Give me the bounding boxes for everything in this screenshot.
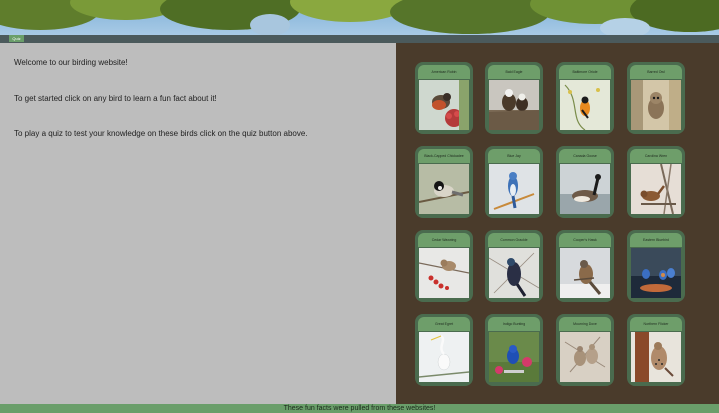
bird-card[interactable]: Mourning Dove (556, 314, 614, 386)
bird-card[interactable]: Cooper's Hawk (556, 230, 614, 302)
quiz-instruction-text: To play a quiz to test your knowledge on… (14, 129, 308, 138)
bird-card[interactable]: Baltimore Oriole (556, 62, 614, 134)
bird-card-title: Common Grackle (488, 233, 540, 247)
bird-card[interactable]: American Robin (415, 62, 473, 134)
bird-card[interactable]: Northern Flicker (627, 314, 685, 386)
bird-card[interactable]: Indigo Bunting (485, 314, 543, 386)
grackle-photo[interactable] (489, 248, 539, 298)
egret-photo[interactable] (419, 332, 469, 382)
footer-sources-text[interactable]: These fun facts were pulled from these w… (0, 404, 719, 413)
bird-card[interactable]: Common Grackle (485, 230, 543, 302)
bird-card[interactable]: Bald Eagle (485, 62, 543, 134)
wren-photo[interactable] (631, 164, 681, 214)
bird-card-title: Canada Goose (559, 149, 611, 163)
bluebird-photo[interactable] (631, 248, 681, 298)
bird-card[interactable]: Carolina Wren (627, 146, 685, 218)
robin-photo[interactable] (419, 80, 469, 130)
welcome-text: Welcome to our birding website! (14, 58, 128, 67)
quiz-button[interactable]: Quiz (9, 35, 24, 42)
bird-card-title: Blue Jay (488, 149, 540, 163)
bird-card-title: American Robin (418, 65, 470, 79)
instruction-text: To get started click on any bird to lear… (14, 94, 217, 103)
bird-card[interactable]: Black-Capped Chickadee (415, 146, 473, 218)
bird-card[interactable]: Barred Owl (627, 62, 685, 134)
bird-card[interactable]: Blue Jay (485, 146, 543, 218)
bird-card-title: Bald Eagle (488, 65, 540, 79)
bird-card-title: Eastern Bluebird (630, 233, 682, 247)
flicker-photo[interactable] (631, 332, 681, 382)
bird-card-title: Cedar Waxwing (418, 233, 470, 247)
chickadee-photo[interactable] (419, 164, 469, 214)
bird-card-title: Indigo Bunting (488, 317, 540, 331)
owl-photo[interactable] (631, 80, 681, 130)
bluejay-photo[interactable] (489, 164, 539, 214)
waxwing-photo[interactable] (419, 248, 469, 298)
bird-card[interactable]: Eastern Bluebird (627, 230, 685, 302)
nav-bar (0, 35, 719, 43)
bird-card-title: Mourning Dove (559, 317, 611, 331)
bird-card-title: Black-Capped Chickadee (418, 149, 470, 163)
bird-card[interactable]: Cedar Waxwing (415, 230, 473, 302)
eagle-photo[interactable] (489, 80, 539, 130)
bird-card-title: Cooper's Hawk (559, 233, 611, 247)
bird-card-title: Great Egret (418, 317, 470, 331)
bird-card-title: Barred Owl (630, 65, 682, 79)
oriole-photo[interactable] (560, 80, 610, 130)
bird-card-title: Northern Flicker (630, 317, 682, 331)
bird-card-title: Carolina Wren (630, 149, 682, 163)
bunting-photo[interactable] (489, 332, 539, 382)
bird-card[interactable]: Great Egret (415, 314, 473, 386)
bird-gallery: American Robin Bald Eagle Baltimore Oriole… (396, 43, 719, 404)
header-banner-tree-canopy (0, 0, 719, 36)
dove-photo[interactable] (560, 332, 610, 382)
bird-card[interactable]: Canada Goose (556, 146, 614, 218)
intro-panel: Welcome to our birding website! To get s… (0, 43, 396, 404)
goose-photo[interactable] (560, 164, 610, 214)
bird-card-title: Baltimore Oriole (559, 65, 611, 79)
hawk-photo[interactable] (560, 248, 610, 298)
